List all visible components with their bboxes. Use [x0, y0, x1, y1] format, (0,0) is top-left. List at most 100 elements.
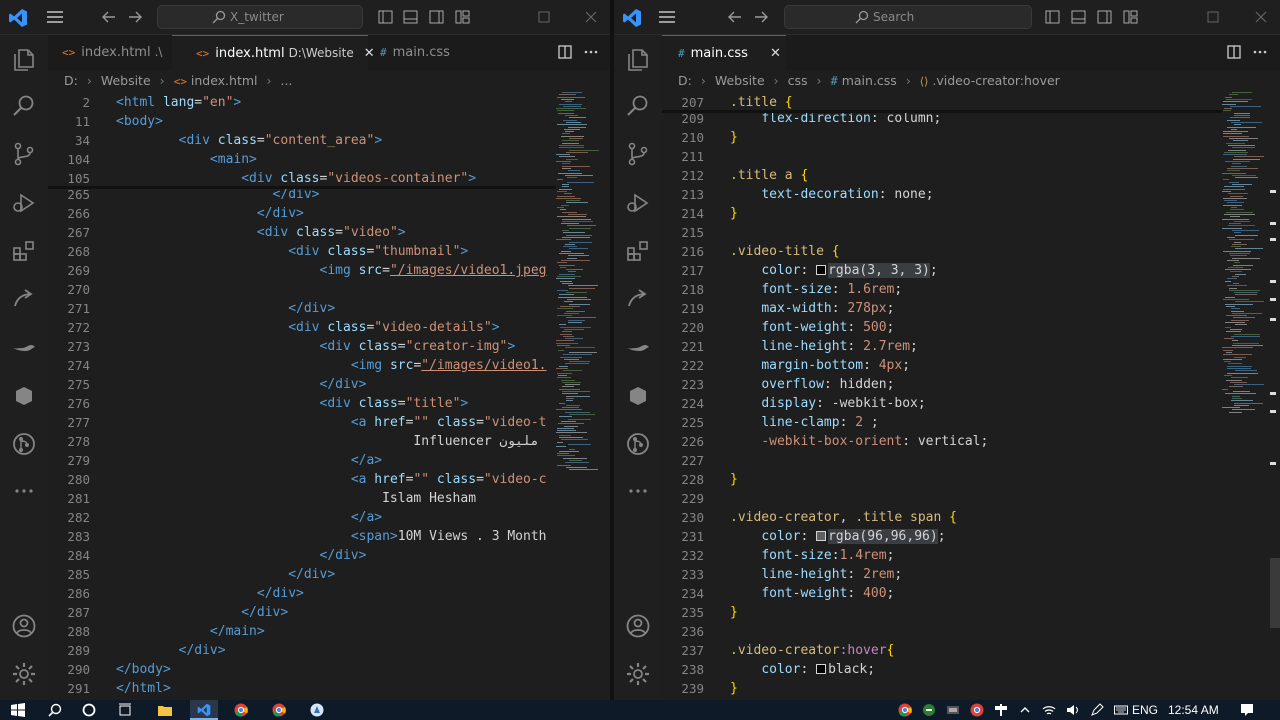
file-explorer-icon[interactable] [158, 703, 172, 717]
remote-explorer-icon[interactable] [625, 287, 651, 313]
menu-icon[interactable] [46, 10, 64, 24]
back-arrow-icon[interactable] [727, 9, 743, 25]
breadcrumb-item[interactable]: main.css [842, 73, 897, 88]
shield-icon[interactable] [994, 703, 1008, 717]
pen-icon[interactable] [1090, 703, 1104, 717]
code-line[interactable]: 268 <div class="thumbnail"> [48, 242, 556, 261]
chrome-icon[interactable] [272, 703, 286, 717]
tab-index-html-root[interactable]: <> index.html .\ [48, 35, 172, 70]
code-line[interactable]: 233 line-height: 2rem; [662, 565, 1222, 584]
code-line[interactable]: 272 <div class="video-details"> [48, 318, 556, 337]
code-line[interactable]: 280 <a href="" class="video-c [48, 470, 556, 489]
command-center-search[interactable]: X_twitter [157, 5, 363, 29]
code-line[interactable]: 220 font-weight: 500; [662, 318, 1222, 337]
code-line[interactable]: 215 [662, 223, 1222, 242]
search-icon[interactable] [48, 703, 62, 717]
code-line[interactable]: 104 <main> [48, 150, 556, 169]
breadcrumb-item[interactable]: ... [280, 73, 292, 88]
toggle-panel-icon[interactable] [403, 10, 418, 24]
accounts-icon[interactable] [11, 613, 37, 639]
vertical-scrollbar[interactable] [1270, 92, 1280, 700]
clock[interactable]: 12:54 AM [1168, 703, 1219, 717]
code-line[interactable]: 2 <html lang="en"> [48, 93, 556, 112]
breadcrumb-item[interactable]: index.html [191, 73, 258, 88]
accounts-icon[interactable] [625, 613, 651, 639]
code-line[interactable]: 231 color: rgba(96,96,96); [662, 527, 1222, 546]
code-line[interactable]: 285 </div> [48, 565, 556, 584]
windows-start-icon[interactable] [11, 703, 25, 717]
more-actions-icon[interactable] [1253, 45, 1267, 59]
extensions-icon[interactable] [11, 238, 37, 264]
code-line[interactable]: 273 <div class="creator-img"> [48, 337, 556, 356]
forward-arrow-icon[interactable] [753, 9, 769, 25]
minimap[interactable] [1222, 92, 1270, 700]
code-line[interactable]: 239} [662, 679, 1222, 698]
toggle-panel-icon[interactable] [1071, 10, 1086, 24]
breadcrumb-item[interactable]: D: [678, 73, 692, 88]
code-line[interactable]: 223 overflow: hidden; [662, 375, 1222, 394]
code-line[interactable]: 11 <body> [48, 112, 556, 131]
code-line[interactable]: 271 </div> [48, 299, 556, 318]
tray-app-icon[interactable] [922, 703, 936, 717]
code-line[interactable]: 34 <div class="content_area"> [48, 131, 556, 150]
code-line[interactable]: 234 font-weight: 400; [662, 584, 1222, 603]
code-line[interactable]: 269 <img src="/images/video1.jpeg [48, 261, 556, 280]
code-line[interactable]: 218 font-size: 1.6rem; [662, 280, 1222, 299]
code-line[interactable]: 270 [48, 280, 556, 299]
customize-layout-icon[interactable] [1123, 10, 1138, 24]
tray-app-icon[interactable] [946, 703, 960, 717]
settings-gear-icon[interactable] [11, 661, 37, 687]
vertical-scrollbar[interactable] [600, 92, 610, 700]
code-line[interactable]: 229 [662, 489, 1222, 508]
code-line[interactable]: 267 <div class="video"> [48, 223, 556, 242]
code-line[interactable]: 283 <span>10M Views . 3 Month [48, 527, 556, 546]
tab-index-html-website[interactable]: <> index.html D:\Website ✕ [172, 35, 375, 70]
code-line[interactable]: 210} [662, 128, 1222, 147]
breadcrumb-item[interactable]: D: [64, 73, 78, 88]
app-icon[interactable] [310, 703, 324, 717]
run-and-debug-icon[interactable] [625, 190, 651, 216]
code-line[interactable]: 275 </div> [48, 375, 556, 394]
settings-gear-icon[interactable] [625, 661, 651, 687]
source-control-icon[interactable] [11, 141, 37, 167]
code-line[interactable]: 211 [662, 147, 1222, 166]
task-view-icon[interactable] [118, 703, 132, 717]
more-icon[interactable] [11, 478, 37, 504]
explorer-icon[interactable] [625, 47, 651, 73]
customize-layout-icon[interactable] [455, 10, 470, 24]
close-tab-icon[interactable]: ✕ [770, 36, 781, 71]
command-center-search[interactable]: Search [784, 5, 1032, 29]
code-line[interactable]: 238 color: black; [662, 660, 1222, 679]
code-line[interactable]: 266 </div> [48, 204, 556, 223]
code-editor-html[interactable]: 2 <html lang="en"> 11 <body> 34 <div class="… [48, 92, 556, 700]
code-line[interactable]: 279 </a> [48, 451, 556, 470]
extensions-icon[interactable] [625, 238, 651, 264]
code-line[interactable]: 276 <div class="title"> [48, 394, 556, 413]
code-line[interactable]: 237 .video-creator:hover{ [662, 641, 1222, 660]
code-line[interactable]: 274 <img src="/images/video1. [48, 356, 556, 375]
scrollbar-thumb[interactable] [1270, 558, 1280, 628]
code-line[interactable]: 289 </div> [48, 641, 556, 660]
toggle-primary-sidebar-icon[interactable] [1045, 10, 1060, 24]
language-indicator[interactable]: ENG [1132, 703, 1158, 717]
back-arrow-icon[interactable] [101, 9, 117, 25]
code-line[interactable]: 219 max-width: 278px; [662, 299, 1222, 318]
cortana-icon[interactable] [82, 703, 96, 717]
code-line[interactable]: 225 line-clamp: 2 ; [662, 413, 1222, 432]
taskbar-active-app[interactable] [190, 700, 218, 720]
live-share-icon[interactable] [625, 383, 651, 409]
maximize-icon[interactable] [1206, 10, 1220, 24]
code-line[interactable]: 216 .video-title { [662, 242, 1222, 261]
tab-main-css[interactable]: # main.css ✕ [662, 35, 786, 70]
more-icon[interactable] [625, 478, 651, 504]
close-window-icon[interactable] [1254, 10, 1268, 24]
code-line[interactable]: 278 Influencer مليون [48, 432, 556, 451]
code-line[interactable]: 235} [662, 603, 1222, 622]
breadcrumb-item[interactable]: .video-creator:hover [932, 73, 1059, 88]
close-window-icon[interactable] [584, 10, 598, 24]
docker-whale-icon[interactable] [11, 335, 37, 361]
tray-app-icon[interactable] [970, 703, 984, 717]
forward-arrow-icon[interactable] [127, 9, 143, 25]
code-line[interactable]: 224 display: -webkit-box; [662, 394, 1222, 413]
remote-explorer-icon[interactable] [11, 287, 37, 313]
